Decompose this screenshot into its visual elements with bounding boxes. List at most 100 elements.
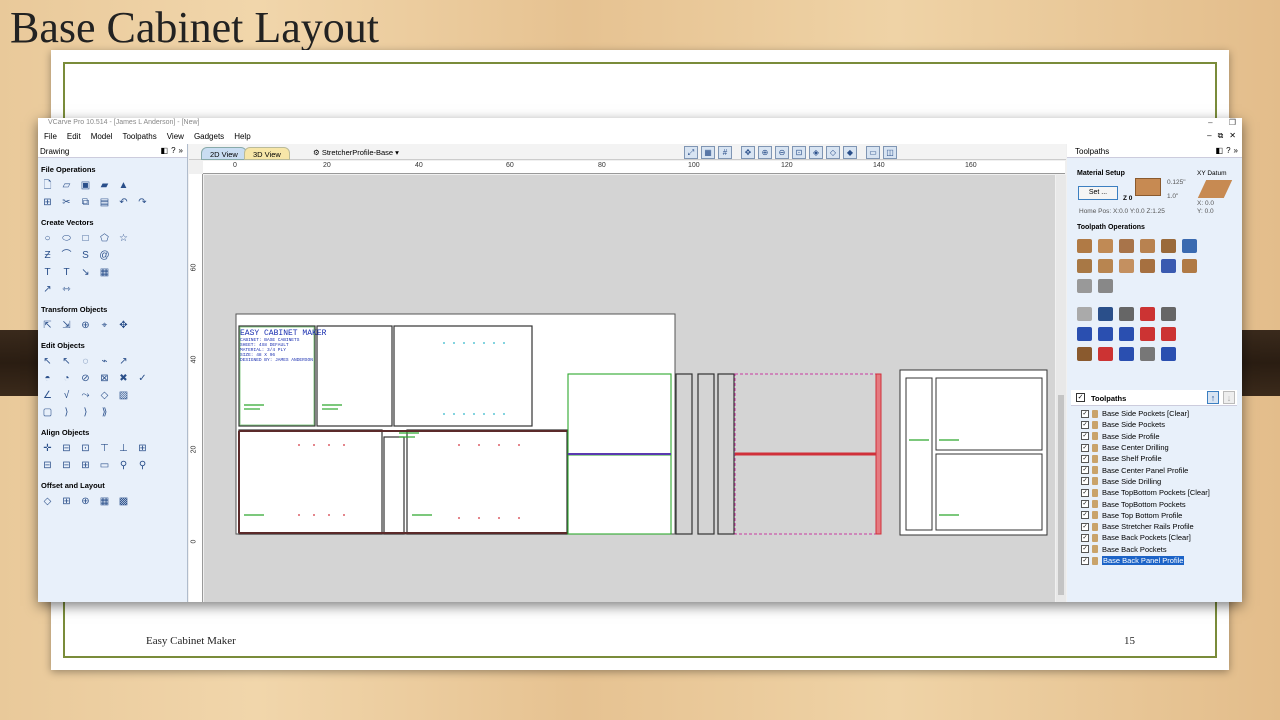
settings-icon[interactable] [1140, 347, 1155, 361]
fillet-icon[interactable]: ✓ [136, 372, 149, 385]
toolpath-item[interactable]: ✓ Base Back Panel Profile [1075, 555, 1239, 566]
mirror-icon[interactable]: ⌖ [98, 319, 111, 332]
toolpath-item[interactable]: ✓ Base Side Drilling [1075, 476, 1239, 487]
menu-gadgets[interactable]: Gadgets [190, 130, 228, 143]
offset-icon[interactable]: ◇ [41, 495, 54, 508]
save-file-icon[interactable]: ▣ [79, 179, 92, 192]
toolpath-item[interactable]: ✓ Base Back Pockets [Clear] [1075, 532, 1239, 543]
layers-icon[interactable]: ◇ [826, 146, 840, 159]
material-set-button[interactable]: Set ... [1078, 186, 1118, 200]
copy-toolpath-icon[interactable] [1119, 307, 1134, 321]
extend-icon[interactable]: ⤳ [79, 389, 92, 402]
arc-icon[interactable]: ⌒ [60, 249, 73, 262]
unlock-icon[interactable]: ⚲ [136, 459, 149, 472]
texture-icon[interactable] [1161, 239, 1176, 253]
zoom-in-icon[interactable]: ⊕ [758, 146, 772, 159]
tabs-icon[interactable] [1119, 347, 1134, 361]
text-on-curve-icon[interactable]: T [60, 266, 73, 279]
prism-icon[interactable] [1098, 259, 1113, 273]
rectangle-icon[interactable]: □ [79, 232, 92, 245]
snap-icon[interactable]: ◈ [809, 146, 823, 159]
menu-toolpaths[interactable]: Toolpaths [118, 130, 160, 143]
pin-icon[interactable]: ◧ [1216, 146, 1224, 155]
move-up-icon[interactable]: ↑ [1207, 391, 1219, 404]
toolpath-visible-checkbox[interactable]: ✓ [1081, 488, 1089, 497]
toolpath-item[interactable]: ✓ Base Top Bottom Profile [1075, 510, 1239, 521]
spiral-icon[interactable]: @ [98, 249, 111, 262]
align-bottom-icon[interactable]: ⊥ [117, 442, 130, 455]
center-icon[interactable]: ✛ [41, 442, 54, 455]
intersect-icon[interactable]: ⊘ [79, 372, 92, 385]
minimize-icon[interactable]: – [1208, 118, 1212, 127]
pin-icon[interactable]: ◧ [161, 146, 169, 155]
toolpath-item[interactable]: ✓ Base Stretcher Rails Profile [1075, 521, 1239, 532]
center-v-icon[interactable]: ⊟ [60, 459, 73, 472]
nest-icon[interactable]: ⊞ [60, 495, 73, 508]
cut-icon[interactable]: ✂ [60, 196, 73, 209]
join-icon[interactable]: ∠ [41, 389, 54, 402]
template-icon[interactable] [1077, 307, 1092, 321]
rotate-icon[interactable]: ⊕ [79, 319, 92, 332]
drilling-icon[interactable] [1119, 239, 1134, 253]
toolpath-visible-checkbox[interactable]: ✓ [1081, 454, 1089, 463]
toolpath-visible-checkbox[interactable]: ✓ [1081, 500, 1089, 509]
menu-view[interactable]: View [163, 130, 188, 143]
distribute-icon[interactable]: ⊞ [136, 442, 149, 455]
mdi-minimize-icon[interactable]: – [1205, 131, 1213, 140]
zoom-extents-icon[interactable]: ⤢ [684, 146, 698, 159]
panel-menu-icon[interactable]: » [1234, 146, 1238, 155]
menu-help[interactable]: Help [230, 130, 254, 143]
undo-icon[interactable]: ↶ [117, 196, 130, 209]
toolpath-visible-checkbox[interactable]: ✓ [1081, 522, 1089, 531]
select-all-icon[interactable]: ⊞ [41, 196, 54, 209]
move-down-icon[interactable]: ↓ [1223, 391, 1235, 404]
bracket-right-icon[interactable]: ⟩ [79, 406, 92, 419]
zoom-out-icon[interactable]: ⊖ [775, 146, 789, 159]
shield-icon[interactable]: ◆ [843, 146, 857, 159]
move-icon[interactable]: ⇱ [41, 319, 54, 332]
tile-icon[interactable]: ▩ [117, 495, 130, 508]
sheet-selector[interactable]: ⚙ StretcherProfile-Base ▾ [313, 148, 399, 157]
copy-grid-icon[interactable]: ▦ [98, 495, 111, 508]
toolpath-visible-checkbox[interactable]: ✓ [1081, 533, 1089, 542]
roughing-icon[interactable] [1077, 279, 1092, 293]
tab-3d-view[interactable]: 3D View [244, 147, 290, 160]
paste-icon[interactable]: ▤ [98, 196, 111, 209]
distort-icon[interactable]: ↗ [117, 355, 130, 368]
quick-engrave-icon[interactable] [1140, 239, 1155, 253]
bitmap-icon[interactable]: ▨ [117, 389, 130, 402]
align-left-icon[interactable]: ⊟ [60, 442, 73, 455]
ungroup-icon[interactable]: ✖ [117, 372, 130, 385]
delete-toolpath-icon[interactable] [1140, 307, 1155, 321]
bracket-left-icon[interactable]: ⟩ [60, 406, 73, 419]
grid-icon[interactable]: # [718, 146, 732, 159]
align-top-icon[interactable]: ⊤ [98, 442, 111, 455]
save-toolpath-icon[interactable] [1161, 307, 1176, 321]
set-size-icon[interactable]: ⇲ [60, 319, 73, 332]
toolpath-visible-checkbox[interactable]: ✓ [1081, 477, 1089, 486]
open-file-icon[interactable]: ▱ [60, 179, 73, 192]
snap-grid-icon[interactable]: ▦ [701, 146, 715, 159]
select-icon[interactable]: ↖ [60, 355, 73, 368]
lock-icon[interactable]: ⚲ [117, 459, 130, 472]
polygon-icon[interactable]: ⬠ [98, 232, 111, 245]
help-icon[interactable]: ? [1226, 146, 1230, 155]
wrap-icon[interactable] [1119, 327, 1134, 341]
spacing-v-icon[interactable]: ▭ [98, 459, 111, 472]
toolpath-visible-checkbox[interactable]: ✓ [1081, 511, 1089, 520]
draw-line-icon[interactable]: ↗ [41, 283, 54, 296]
help-icon[interactable]: ? [171, 146, 175, 155]
text-icon[interactable]: T [41, 266, 54, 279]
scrollbar-thumb[interactable] [1058, 395, 1064, 595]
preview-icon[interactable] [1098, 327, 1113, 341]
menu-edit[interactable]: Edit [63, 130, 85, 143]
smooth-icon[interactable]: ◌ [79, 355, 92, 368]
vertical-scrollbar[interactable] [1056, 175, 1066, 602]
panel-layout-icon[interactable]: ▭ [866, 146, 880, 159]
weld-icon[interactable]: ◓ [41, 372, 54, 385]
curve-fit-icon[interactable]: √ [60, 389, 73, 402]
merge-icon[interactable] [1077, 327, 1092, 341]
edit-toolpath-icon[interactable] [1098, 307, 1113, 321]
trim-icon[interactable]: ⌁ [98, 355, 111, 368]
toolpath-visible-checkbox[interactable]: ✓ [1081, 466, 1089, 475]
